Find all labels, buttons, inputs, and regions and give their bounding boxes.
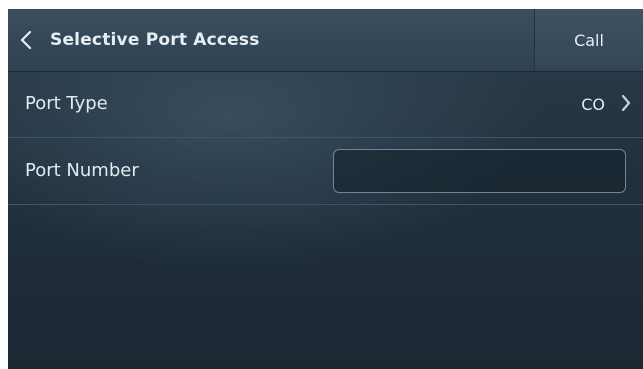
port-number-row: Port Number <box>8 138 643 205</box>
page-title: Selective Port Access <box>50 30 260 50</box>
port-type-row[interactable]: Port Type CO <box>8 71 643 138</box>
chevron-left-icon <box>20 31 32 49</box>
app-screen: Selective Port Access Call Port Type CO … <box>8 9 643 369</box>
port-type-label: Port Type <box>25 93 108 114</box>
back-button[interactable]: Selective Port Access <box>8 9 534 71</box>
header-bar: Selective Port Access Call <box>8 9 643 72</box>
port-type-value: CO <box>581 95 605 114</box>
port-number-input[interactable] <box>333 149 626 193</box>
port-number-label: Port Number <box>25 160 139 181</box>
call-button[interactable]: Call <box>535 9 643 71</box>
chevron-right-icon <box>621 95 631 111</box>
